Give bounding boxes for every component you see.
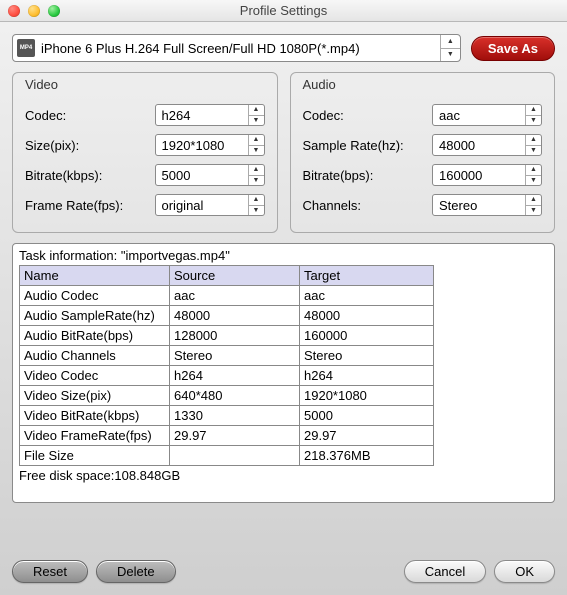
- delete-button[interactable]: Delete: [96, 560, 176, 583]
- chevron-updown-icon: ▲▼: [248, 105, 264, 125]
- cell-target: 1920*1080: [300, 386, 434, 406]
- table-row: Video Codech264h264: [20, 366, 434, 386]
- cell-target: h264: [300, 366, 434, 386]
- table-row: File Size 218.376MB: [20, 446, 434, 466]
- cancel-button[interactable]: Cancel: [404, 560, 486, 583]
- cell-target: 48000: [300, 306, 434, 326]
- chevron-updown-icon: ▲▼: [248, 135, 264, 155]
- cell-target: 160000: [300, 326, 434, 346]
- video-panel: Video Codec: h264 ▲▼ Size(pix): 1920*108…: [12, 72, 278, 233]
- cell-name: Audio Channels: [20, 346, 170, 366]
- cell-name: Audio BitRate(bps): [20, 326, 170, 346]
- audio-samplerate-select[interactable]: 48000 ▲▼: [432, 134, 542, 156]
- table-row: Audio SampleRate(hz)4800048000: [20, 306, 434, 326]
- cell-target: aac: [300, 286, 434, 306]
- cell-name: Audio SampleRate(hz): [20, 306, 170, 326]
- table-row: Audio Codecaacaac: [20, 286, 434, 306]
- cell-source: 1330: [170, 406, 300, 426]
- table-row: Video BitRate(kbps)13305000: [20, 406, 434, 426]
- task-information-box: Task information: "importvegas.mp4" Name…: [12, 243, 555, 503]
- video-size-label: Size(pix):: [25, 138, 155, 153]
- col-target: Target: [300, 266, 434, 286]
- table-row: Audio ChannelsStereoStereo: [20, 346, 434, 366]
- cell-name: File Size: [20, 446, 170, 466]
- video-bitrate-select[interactable]: 5000 ▲▼: [155, 164, 265, 186]
- audio-codec-select[interactable]: aac ▲▼: [432, 104, 542, 126]
- cell-source: 48000: [170, 306, 300, 326]
- video-framerate-select[interactable]: original ▲▼: [155, 194, 265, 216]
- cell-source: 29.97: [170, 426, 300, 446]
- cell-source: aac: [170, 286, 300, 306]
- video-panel-title: Video: [25, 77, 265, 92]
- save-as-button[interactable]: Save As: [471, 36, 555, 61]
- table-row: Video Size(pix)640*4801920*1080: [20, 386, 434, 406]
- table-row: Video FrameRate(fps)29.9729.97: [20, 426, 434, 446]
- cell-name: Video Size(pix): [20, 386, 170, 406]
- chevron-updown-icon: ▲▼: [525, 105, 541, 125]
- chevron-updown-icon: ▲▼: [525, 135, 541, 155]
- video-codec-select[interactable]: h264 ▲▼: [155, 104, 265, 126]
- free-disk-space: Free disk space:108.848GB: [19, 468, 548, 483]
- cell-source: [170, 446, 300, 466]
- audio-samplerate-label: Sample Rate(hz):: [303, 138, 433, 153]
- reset-button[interactable]: Reset: [12, 560, 88, 583]
- video-size-select[interactable]: 1920*1080 ▲▼: [155, 134, 265, 156]
- audio-channels-select[interactable]: Stereo ▲▼: [432, 194, 542, 216]
- audio-codec-label: Codec:: [303, 108, 433, 123]
- cell-target: 218.376MB: [300, 446, 434, 466]
- window-body: MP4 iPhone 6 Plus H.264 Full Screen/Full…: [0, 22, 567, 595]
- table-row: Audio BitRate(bps)128000160000: [20, 326, 434, 346]
- cell-name: Video BitRate(kbps): [20, 406, 170, 426]
- mp4-file-icon: MP4: [17, 39, 35, 57]
- task-header: Task information: "importvegas.mp4": [19, 248, 548, 263]
- cell-name: Audio Codec: [20, 286, 170, 306]
- ok-button[interactable]: OK: [494, 560, 555, 583]
- cell-source: 128000: [170, 326, 300, 346]
- chevron-updown-icon: ▲▼: [248, 165, 264, 185]
- chevron-updown-icon: ▲▼: [525, 165, 541, 185]
- audio-panel-title: Audio: [303, 77, 543, 92]
- profile-selected-label: iPhone 6 Plus H.264 Full Screen/Full HD …: [41, 41, 440, 56]
- titlebar: Profile Settings: [0, 0, 567, 22]
- cell-target: 29.97: [300, 426, 434, 446]
- cell-name: Video FrameRate(fps): [20, 426, 170, 446]
- video-bitrate-label: Bitrate(kbps):: [25, 168, 155, 183]
- audio-bitrate-select[interactable]: 160000 ▲▼: [432, 164, 542, 186]
- audio-channels-label: Channels:: [303, 198, 433, 213]
- cell-target: 5000: [300, 406, 434, 426]
- cell-source: Stereo: [170, 346, 300, 366]
- cell-name: Video Codec: [20, 366, 170, 386]
- cell-target: Stereo: [300, 346, 434, 366]
- task-table: Name Source Target Audio CodecaacaacAudi…: [19, 265, 434, 466]
- chevron-updown-icon: ▲▼: [525, 195, 541, 215]
- cell-source: 640*480: [170, 386, 300, 406]
- audio-bitrate-label: Bitrate(bps):: [303, 168, 433, 183]
- video-codec-label: Codec:: [25, 108, 155, 123]
- col-name: Name: [20, 266, 170, 286]
- col-source: Source: [170, 266, 300, 286]
- chevron-updown-icon: ▲▼: [248, 195, 264, 215]
- profile-stepper-icon[interactable]: ▲▼: [440, 35, 460, 61]
- cell-source: h264: [170, 366, 300, 386]
- video-framerate-label: Frame Rate(fps):: [25, 198, 155, 213]
- audio-panel: Audio Codec: aac ▲▼ Sample Rate(hz): 480…: [290, 72, 556, 233]
- profile-selector[interactable]: MP4 iPhone 6 Plus H.264 Full Screen/Full…: [12, 34, 461, 62]
- window-title: Profile Settings: [0, 3, 567, 18]
